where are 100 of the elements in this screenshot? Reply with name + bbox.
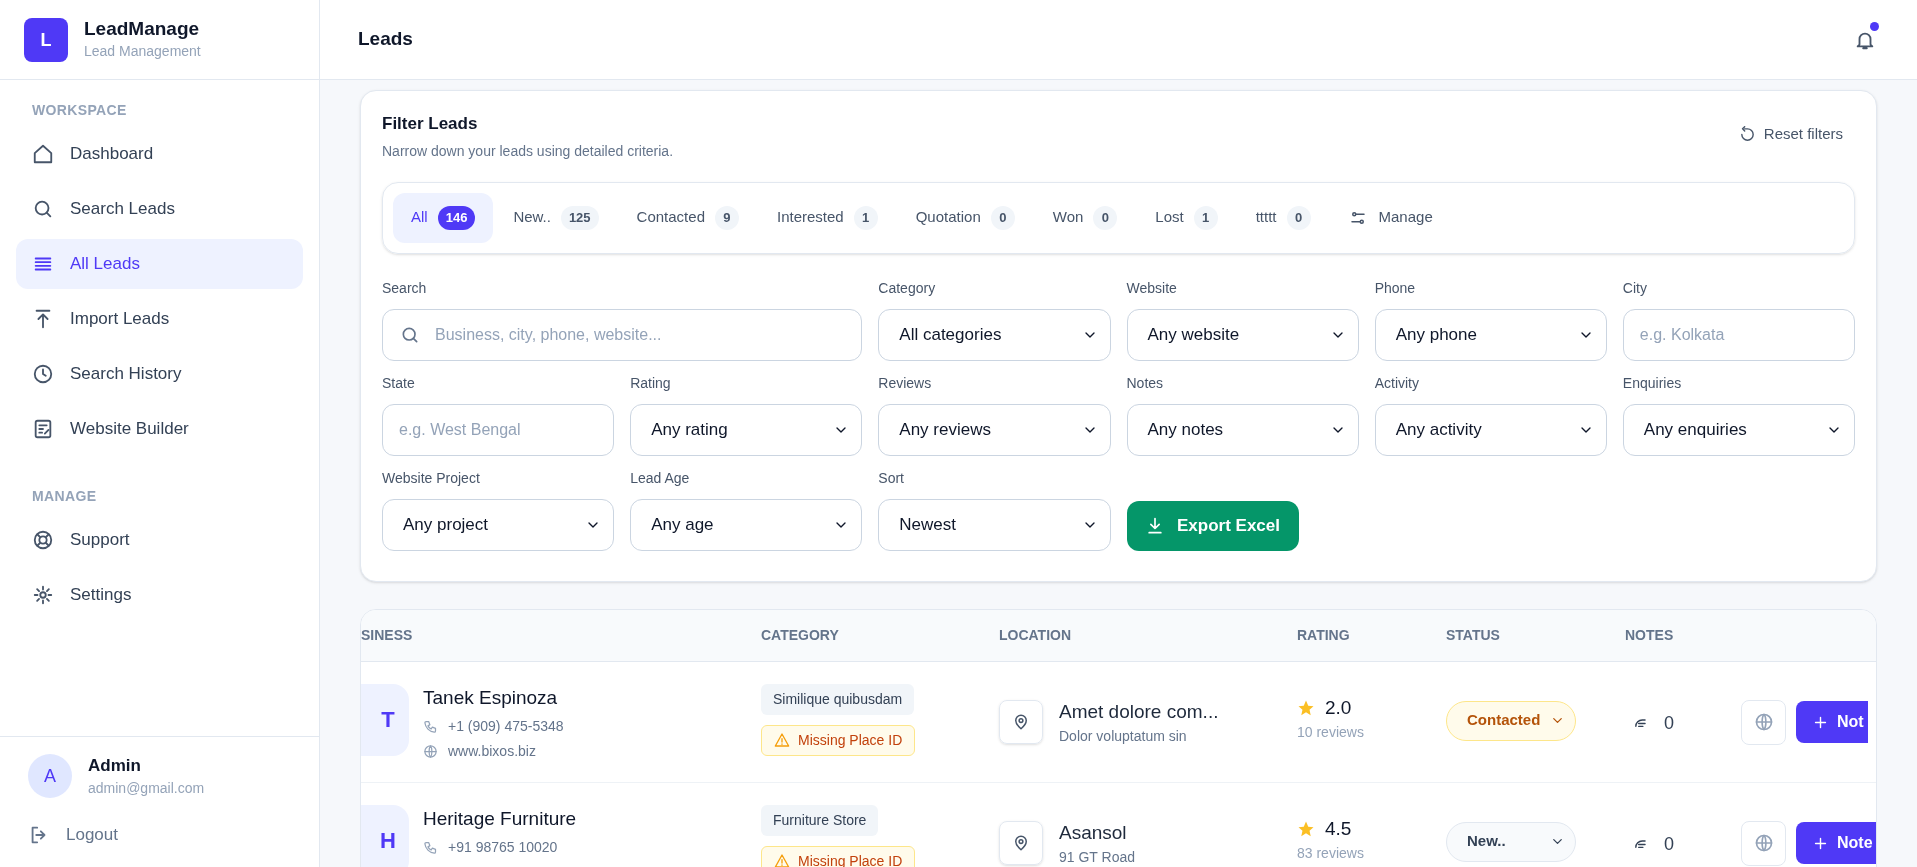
field-label: Notes: [1126, 373, 1165, 393]
avatar: A: [28, 753, 72, 798]
dropdown[interactable]: Any activity: [1374, 403, 1607, 456]
status-tab[interactable]: All 146: [393, 192, 494, 243]
map-pin-icon: [1012, 713, 1030, 732]
add-note-button[interactable]: Not: [1796, 701, 1868, 743]
clock-icon: [32, 363, 54, 385]
count-badge: 0: [990, 205, 1015, 230]
manage-button[interactable]: Manage: [1330, 192, 1451, 243]
section-heading: WORKSPACE: [31, 101, 128, 120]
field-label: Activity: [1374, 373, 1420, 393]
status-tab[interactable]: ttttt 0: [1237, 192, 1329, 243]
dropdown[interactable]: Any age: [630, 498, 863, 551]
section-heading: MANAGE: [31, 487, 98, 506]
home-icon: [32, 143, 54, 165]
nav-item[interactable]: Website Builder: [16, 404, 303, 454]
count-badge: 0: [1286, 205, 1311, 230]
location-city: Amet dolore com...: [1059, 699, 1219, 724]
column-header: NOTES: [1625, 627, 1674, 643]
location-city: Asansol: [1059, 820, 1128, 845]
add-note-button[interactable]: Note: [1796, 822, 1876, 864]
dropdown[interactable]: Any website: [1126, 308, 1359, 361]
nav-item[interactable]: Search Leads: [16, 184, 303, 234]
field-label: Website Project: [382, 468, 481, 488]
lead-name: Heritage Furniture: [423, 806, 577, 831]
lead-name: Tanek Espinoza: [423, 685, 559, 710]
phone-number: +1 (909) 475-5348: [448, 717, 564, 736]
field-label: Sort: [878, 468, 905, 488]
lifebuoy-icon: [32, 529, 54, 551]
map-pin-icon: [1012, 834, 1030, 853]
review-count: 10 reviews: [1297, 723, 1365, 742]
column-header: SINESS: [361, 627, 413, 643]
text-field[interactable]: e.g. West Bengal: [382, 403, 615, 456]
field-label: State: [382, 373, 416, 393]
category-tag: Furniture Store: [761, 804, 879, 836]
notes-count: 0: [1664, 711, 1674, 735]
field-label: Rating: [630, 373, 672, 393]
rating-value: 2.0: [1325, 695, 1352, 720]
dropdown[interactable]: Any reviews: [878, 403, 1111, 456]
app-subtitle: Lead Management: [84, 42, 201, 61]
reset-filters-button[interactable]: Reset filters: [1738, 123, 1843, 146]
field-label: Phone: [1374, 278, 1417, 298]
page-title: Leads: [358, 27, 413, 52]
category-tag: Similique quibusdam: [761, 683, 915, 715]
warning-icon: [774, 853, 790, 867]
globe-icon: [1753, 712, 1774, 732]
website-url: www.bixos.biz: [448, 742, 536, 761]
field-label: Category: [878, 278, 937, 298]
website-button[interactable]: [1741, 820, 1786, 866]
field-label: Enquiries: [1622, 373, 1683, 393]
rating-value: 4.5: [1325, 816, 1352, 841]
count-badge: 0: [1093, 205, 1118, 230]
dropdown[interactable]: All categories: [878, 308, 1111, 361]
column-header: RATING: [1297, 627, 1350, 643]
search-icon: [32, 198, 54, 220]
field-label: Reviews: [878, 373, 933, 393]
nav-item[interactable]: Settings: [16, 570, 303, 620]
globe-icon: [1753, 833, 1774, 853]
status-tab[interactable]: Contacted 9: [618, 192, 757, 243]
dropdown[interactable]: Any project: [382, 498, 615, 551]
status-tab[interactable]: Quotation 0: [897, 192, 1033, 243]
document-edit-icon: [32, 418, 54, 440]
dropdown[interactable]: Any phone: [1374, 308, 1607, 361]
status-dropdown[interactable]: New..: [1446, 821, 1576, 862]
field-label: Search: [382, 278, 428, 298]
website-button[interactable]: [1741, 699, 1786, 745]
location-address: Dolor voluptatum sin: [1059, 727, 1188, 746]
warning-badge: Missing Place ID: [761, 724, 916, 756]
field-label: Lead Age: [630, 468, 691, 488]
count-badge: 1: [1193, 205, 1218, 230]
status-tab[interactable]: Won 0: [1034, 192, 1136, 243]
nav-item[interactable]: Search History: [16, 349, 303, 399]
nav-item[interactable]: Support: [16, 515, 303, 565]
nav-item[interactable]: All Leads: [16, 239, 303, 289]
text-field[interactable]: e.g. Kolkata: [1622, 308, 1855, 361]
logout-link[interactable]: Logout: [28, 815, 291, 855]
search-field[interactable]: Business, city, phone, website...: [382, 308, 863, 361]
status-dropdown[interactable]: Contacted: [1446, 700, 1576, 741]
export-excel-button[interactable]: Export Excel: [1126, 500, 1299, 551]
user-name: Admin: [88, 754, 142, 777]
nav-item[interactable]: Dashboard: [16, 129, 303, 179]
dropdown[interactable]: Newest: [878, 498, 1111, 551]
dropdown[interactable]: Any notes: [1126, 403, 1359, 456]
avatar-tile: H: [361, 804, 409, 867]
status-tab[interactable]: New.. 125: [495, 192, 617, 243]
count-badge: 125: [560, 205, 599, 230]
warning-icon: [774, 732, 790, 748]
status-tab[interactable]: Interested 1: [759, 192, 896, 243]
dropdown[interactable]: Any rating: [630, 403, 863, 456]
status-tab[interactable]: Lost 1: [1137, 192, 1236, 243]
phone-icon: [423, 719, 438, 734]
dropdown[interactable]: Any enquiries: [1622, 403, 1855, 456]
reset-icon: [1738, 125, 1756, 143]
logo-badge: L: [24, 17, 68, 62]
nav-item[interactable]: Import Leads: [16, 294, 303, 344]
review-count: 83 reviews: [1297, 844, 1365, 863]
globe-icon: [423, 744, 438, 759]
count-badge: 9: [715, 205, 739, 230]
location-address: 91 GT Road: [1059, 848, 1135, 867]
phone-number: +91 98765 10020: [448, 838, 558, 857]
